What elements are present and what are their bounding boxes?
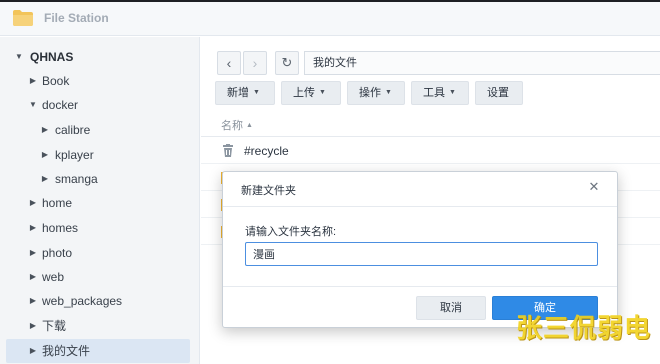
path-field[interactable]: 我的文件 [304,51,660,75]
forward-button[interactable]: › [243,51,267,75]
folder-name-input[interactable] [245,242,598,266]
chevron-right-icon[interactable]: ▶ [40,118,50,142]
tree-item-web[interactable]: ▶ web [0,265,200,289]
chevron-right-icon[interactable]: ▶ [28,216,38,240]
chevron-right-icon[interactable]: ▶ [28,241,38,265]
tree-item-web-packages[interactable]: ▶ web_packages [0,289,200,313]
tree-item-docker[interactable]: ▼ docker [0,93,200,117]
column-header-name[interactable]: 名称 ▲ [201,115,660,137]
create-button[interactable]: 新增 ▼ [215,81,275,105]
title-bar: File Station [0,0,660,36]
caret-down-icon: ▼ [449,89,456,97]
caret-down-icon: ▼ [385,89,392,97]
file-station-icon [13,10,33,26]
list-item[interactable]: #recycle [201,138,660,164]
caret-down-icon: ▼ [253,89,260,97]
chevron-right-icon[interactable]: ▶ [40,167,50,191]
new-folder-dialog: 新建文件夹 ✕ 请输入文件夹名称: 取消 确定 [222,171,618,328]
tree-item-photo[interactable]: ▶ photo [0,241,200,265]
action-button[interactable]: 操作 ▼ [347,81,405,105]
tools-button[interactable]: 工具 ▼ [411,81,469,105]
chevron-left-icon: ‹ [226,55,232,71]
upload-button[interactable]: 上传 ▼ [281,81,341,105]
close-icon[interactable]: ✕ [587,180,601,194]
watermark: 张三侃弱电 [516,314,652,344]
chevron-right-icon[interactable]: ▶ [28,191,38,215]
tree-item-home[interactable]: ▶ home [0,191,200,215]
folder-name-label: 请输入文件夹名称: [245,226,337,238]
chevron-right-icon[interactable]: ▶ [40,143,50,167]
tree-item-my-files[interactable]: ▶ 我的文件 [6,339,190,363]
dialog-title: 新建文件夹 [241,185,296,197]
chevron-right-icon[interactable]: ▶ [28,69,38,93]
window-top-edge [0,0,660,2]
settings-button[interactable]: 设置 [475,81,523,105]
chevron-right-icon[interactable]: ▶ [28,265,38,289]
back-button[interactable]: ‹ [217,51,241,75]
refresh-button[interactable]: ↻ [275,51,299,75]
cancel-button[interactable]: 取消 [416,296,486,320]
tree-item-kplayer[interactable]: ▶ kplayer [0,143,200,167]
recycle-bin-icon [223,144,233,157]
refresh-icon: ↻ [281,55,293,70]
app-title: File Station [44,11,109,25]
chevron-right-icon[interactable]: ▶ [28,289,38,313]
tree-item-calibre[interactable]: ▶ calibre [0,118,200,142]
chevron-down-icon[interactable]: ▼ [28,93,38,117]
file-name: #recycle [244,144,289,158]
tree-item-smanga[interactable]: ▶ smanga [0,167,200,191]
tree-item-homes[interactable]: ▶ homes [0,216,200,240]
chevron-down-icon[interactable]: ▼ [14,45,24,69]
divider [223,286,617,287]
tree-item-qhnas[interactable]: ▼ QHNAS [0,45,200,69]
chevron-right-icon[interactable]: ▶ [28,314,38,338]
tree-item-book[interactable]: ▶ Book [0,69,200,93]
sort-ascending-icon: ▲ [246,122,253,130]
caret-down-icon: ▼ [319,89,326,97]
tree-item-downloads[interactable]: ▶ 下载 [0,314,200,338]
divider [223,206,617,207]
chevron-right-icon: › [252,55,258,71]
folder-tree: ▼ QHNAS ▶ Book ▼ docker ▶ calibre ▶ kpla… [0,37,200,364]
chevron-right-icon[interactable]: ▶ [28,339,38,363]
